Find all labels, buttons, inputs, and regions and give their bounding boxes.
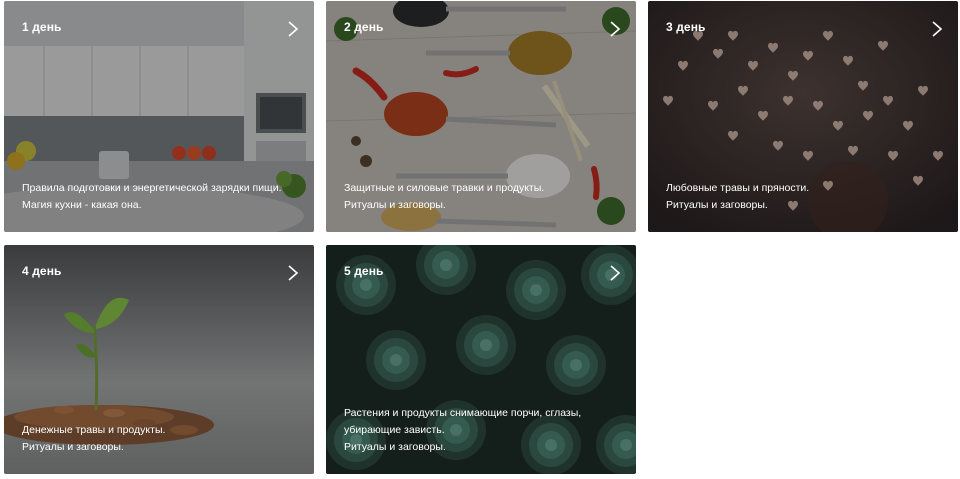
description-line: Ритуалы и заговоры. — [344, 441, 446, 453]
course-card-day-4[interactable]: 4 день Денежные травы и продукты. Ритуал… — [4, 245, 314, 474]
card-description: Защитные и силовые травки и продукты. Ри… — [344, 180, 622, 214]
description-line: убирающие зависть. — [344, 424, 445, 436]
description-line: Растения и продукты снимающие порчи, сгл… — [344, 407, 582, 419]
chevron-right-icon[interactable] — [608, 264, 622, 282]
card-description: Правила подготовки и энергетической заря… — [22, 180, 300, 214]
description-line: Любовные травы и пряности. — [666, 182, 810, 194]
description-line: Ритуалы и заговоры. — [344, 199, 446, 211]
card-description: Любовные травы и пряности. Ритуалы и заг… — [666, 180, 944, 214]
card-description: Растения и продукты снимающие порчи, сгл… — [344, 405, 622, 456]
description-line: Правила подготовки и энергетической заря… — [22, 182, 282, 194]
day-label: 1 день — [22, 20, 62, 34]
day-label: 3 день — [666, 20, 706, 34]
course-card-day-5[interactable]: 5 день Растения и продукты снимающие пор… — [326, 245, 636, 474]
course-card-day-2[interactable]: 2 день Защитные и силовые травки и проду… — [326, 1, 636, 232]
card-description: Денежные травы и продукты. Ритуалы и заг… — [22, 422, 300, 456]
day-label: 2 день — [344, 20, 384, 34]
chevron-right-icon[interactable] — [930, 20, 944, 38]
day-label: 5 день — [344, 264, 384, 278]
course-card-day-3[interactable]: 3 день Любовные травы и пряности. Ритуал… — [648, 1, 958, 232]
chevron-right-icon[interactable] — [286, 264, 300, 282]
description-line: Магия кухни - какая она. — [22, 199, 142, 211]
description-line: Защитные и силовые травки и продукты. — [344, 182, 545, 194]
course-card-day-1[interactable]: 1 день Правила подготовки и энергетическ… — [4, 1, 314, 232]
description-line: Ритуалы и заговоры. — [666, 199, 768, 211]
description-line: Денежные травы и продукты. — [22, 424, 166, 436]
description-line: Ритуалы и заговоры. — [22, 441, 124, 453]
chevron-right-icon[interactable] — [608, 20, 622, 38]
day-label: 4 день — [22, 264, 62, 278]
chevron-right-icon[interactable] — [286, 20, 300, 38]
